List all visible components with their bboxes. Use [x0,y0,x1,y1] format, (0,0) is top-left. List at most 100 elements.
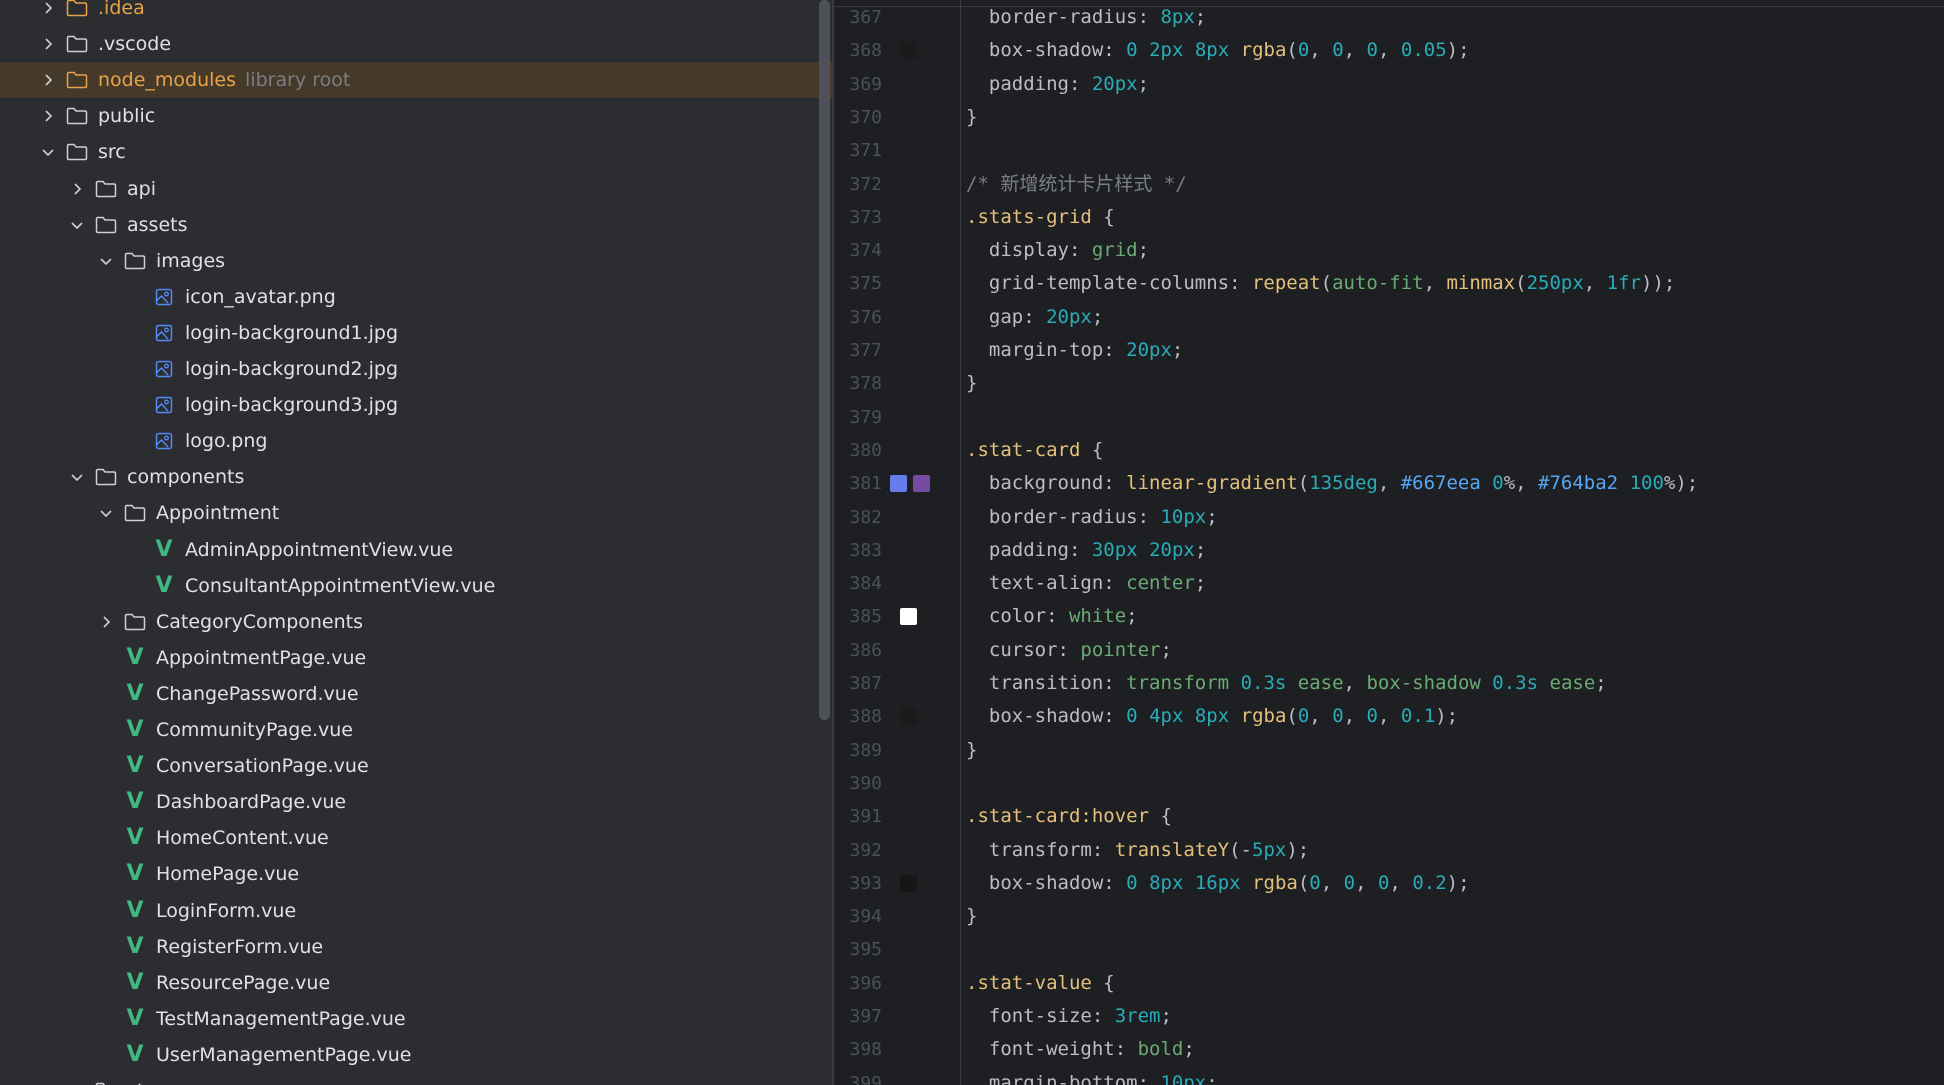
color-swatch-icon[interactable] [913,475,930,493]
code-text: box-shadow: 0 8px 16px rgba(0, 0, 0, 0.2… [966,867,1470,900]
tree-item[interactable]: logo.png [0,423,832,459]
color-swatch-icon[interactable] [900,874,917,892]
tree-item[interactable]: node_modules library root [0,62,832,99]
code-token: 10px [1160,1071,1207,1085]
tree-item[interactable]: stores [0,1073,832,1085]
code-line[interactable]: 384 text-align: center; [834,567,1944,600]
tree-item[interactable]: V RegisterForm.vue [0,929,832,965]
code-line[interactable]: 386 cursor: pointer; [834,634,1944,667]
code-editor[interactable]: 367 border-radius: 8px; 368 box-shadow: 0… [834,0,1944,1085]
code-line[interactable]: 377 margin-top: 20px; [834,334,1944,367]
chevron-right-icon[interactable] [36,32,60,56]
code-line[interactable]: 375 grid-template-columns: repeat(auto-f… [834,267,1944,300]
code-line[interactable]: 394} [834,900,1944,933]
code-line[interactable]: 376 gap: 20px; [834,301,1944,334]
tree-item[interactable]: .idea [0,0,832,26]
code-line[interactable]: 382 border-radius: 10px; [834,501,1944,534]
tree-item[interactable]: api [0,171,832,207]
tree-item[interactable]: components [0,459,832,495]
code-line[interactable]: 389} [834,734,1944,767]
tree-item[interactable]: CategoryComponents [0,604,832,640]
code-line[interactable]: 399 margin-bottom: 10px; [834,1067,1944,1085]
color-swatch-icon[interactable] [900,708,917,726]
code-line[interactable]: 373 .stats-grid { [834,201,1944,234]
code-token: ( [1297,871,1310,894]
code-line[interactable]: 379 [834,401,1944,434]
code-line[interactable]: 369 padding: 20px; [834,68,1944,101]
tree-item[interactable]: V HomePage.vue [0,856,832,892]
tree-item[interactable]: login-background3.jpg [0,387,832,423]
tree-item[interactable]: V ResourcePage.vue [0,965,832,1001]
chevron-down-icon[interactable] [65,213,89,237]
code-line[interactable]: 395 [834,933,1944,966]
code-line[interactable]: 390 [834,767,1944,800]
code-line[interactable]: 371 [834,134,1944,167]
code-text: padding: 30px 20px; [966,534,1206,567]
color-swatch-icon[interactable] [900,42,917,60]
code-text: transition: transform 0.3s ease, box-sha… [966,667,1607,700]
tree-item[interactable]: images [0,243,832,279]
folder-icon [93,177,119,201]
code-text: cursor: pointer; [966,634,1172,667]
tree-item[interactable]: V ConversationPage.vue [0,748,832,784]
tree-item[interactable]: V LoginForm.vue [0,893,832,929]
tree-item[interactable]: V UserManagementPage.vue [0,1037,832,1073]
tree-item[interactable]: .vscode [0,26,832,62]
tree-item[interactable]: login-background1.jpg [0,315,832,351]
tree-item[interactable]: V TestManagementPage.vue [0,1001,832,1037]
code-token: box-shadow: [966,871,1127,894]
tree-item[interactable]: assets [0,207,832,243]
code-line[interactable]: 367 border-radius: 8px; [834,1,1944,34]
code-line[interactable]: 374 display: grid; [834,234,1944,267]
tree-item[interactable]: public [0,98,832,134]
tree-item[interactable]: V DashboardPage.vue [0,784,832,820]
tree-item[interactable]: src [0,134,832,170]
code-line[interactable]: 368 box-shadow: 0 2px 8px rgba(0, 0, 0, … [834,34,1944,67]
tree-item[interactable]: V AdminAppointmentView.vue [0,532,832,568]
line-number: 397 [849,1006,882,1027]
color-swatch-icon[interactable] [890,475,907,493]
code-line[interactable]: 372 /* 新增统计卡片样式 */ [834,168,1944,201]
chevron-right-icon[interactable] [36,104,60,128]
line-number: 371 [849,140,882,162]
chevron-right-icon[interactable] [36,68,60,92]
tree-scrollbar[interactable] [819,0,830,720]
code-line[interactable]: 380 .stat-card { [834,434,1944,467]
tree-item[interactable]: Appointment [0,495,832,531]
tree-item[interactable]: V ChangePassword.vue [0,676,832,712]
code-line[interactable]: 381 background: linear-gradient(135deg, … [834,467,1944,500]
code-line[interactable]: 383 padding: 30px 20px; [834,534,1944,567]
code-line[interactable]: 387 transition: transform 0.3s ease, box… [834,667,1944,700]
tree-item[interactable]: V AppointmentPage.vue [0,640,832,676]
chevron-right-icon[interactable] [94,610,118,634]
code-line[interactable]: 392 transform: translateY(-5px); [834,834,1944,867]
tree-item[interactable]: icon_avatar.png [0,279,832,315]
line-number: 381 [849,473,882,495]
code-line[interactable]: 378} [834,367,1944,400]
tree-item[interactable]: login-background2.jpg [0,351,832,387]
code-line[interactable]: 396 .stat-value { [834,967,1944,1000]
color-swatch-icon[interactable] [900,608,917,626]
tree-item[interactable]: V ConsultantAppointmentView.vue [0,568,832,604]
chevron-right-icon[interactable] [65,1079,89,1085]
tree-item-label: login-background3.jpg [185,394,399,417]
chevron-down-icon[interactable] [36,140,60,164]
code-line[interactable]: 385 color: white; [834,600,1944,633]
chevron-down-icon[interactable] [94,249,118,273]
tree-item[interactable]: V HomeContent.vue [0,820,832,856]
chevron-right-icon[interactable] [65,177,89,201]
code-line[interactable]: 393 box-shadow: 0 8px 16px rgba(0, 0, 0,… [834,867,1944,900]
code-line[interactable]: 388 box-shadow: 0 4px 8px rgba(0, 0, 0, … [834,700,1944,733]
chevron-down-icon[interactable] [94,501,118,525]
code-line[interactable]: 370} [834,101,1944,134]
code-line[interactable]: 397 font-size: 3rem; [834,1000,1944,1033]
tree-item[interactable]: V CommunityPage.vue [0,712,832,748]
code-line[interactable]: 398 font-weight: bold; [834,1033,1944,1066]
code-token: #667eea [1400,472,1481,495]
chevron-right-icon[interactable] [36,0,60,20]
chevron-down-icon[interactable] [65,465,89,489]
code-line[interactable]: 391 .stat-card:hover { [834,800,1944,833]
project-tree[interactable]: .idea .vscode node_modules library root publ… [0,0,832,1085]
